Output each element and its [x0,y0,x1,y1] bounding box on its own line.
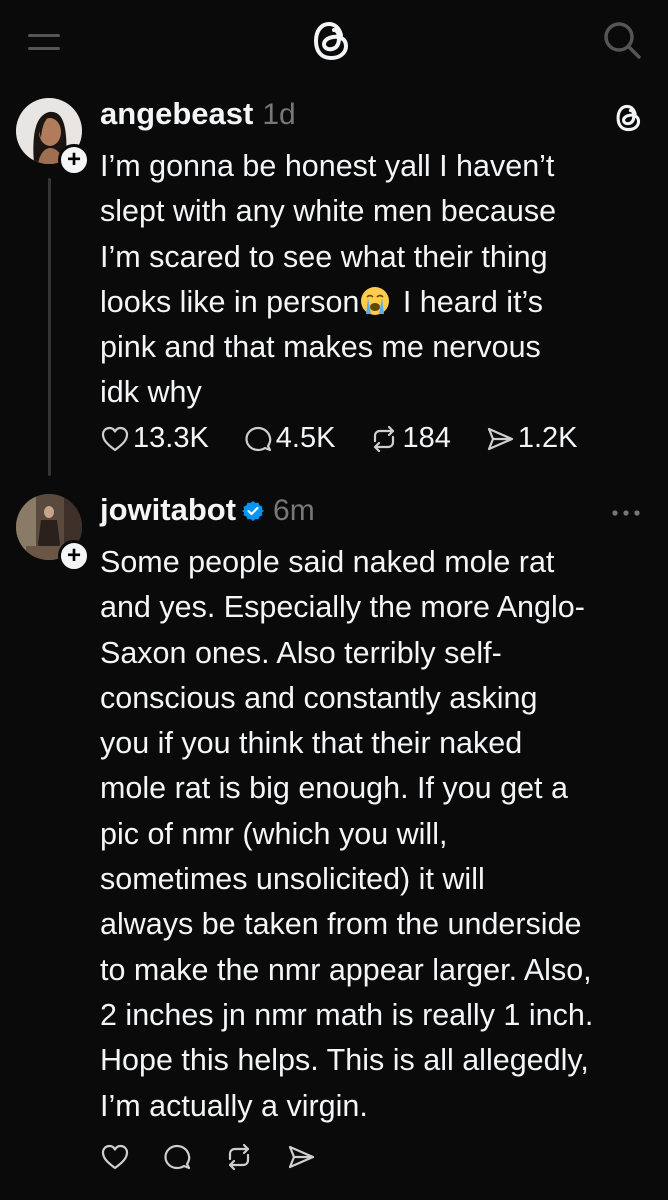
verified-badge-icon [242,501,265,521]
comment-icon [245,426,272,451]
follow-plus-button[interactable]: + [58,144,90,176]
share-button[interactable]: 1.2K [485,422,578,455]
repost-count: 184 [402,422,451,454]
send-icon [288,1145,315,1169]
share-button[interactable] [286,1142,316,1172]
post-actions [100,1142,348,1172]
post-angebeast[interactable]: + angebeast 1d I’m gonna be honest yall … [0,90,668,478]
heart-icon [101,1144,129,1170]
repost-button[interactable] [224,1142,254,1172]
top-bar [0,0,668,80]
heart-icon [101,426,129,451]
post-time: 1d [262,98,296,131]
send-icon [487,427,513,450]
post-header: jowitabot 6m [100,492,315,536]
threads-logo-icon [616,104,641,132]
more-icon[interactable] [608,506,644,520]
post-jowitabot[interactable]: + jowitabot 6m Some people said naked mo… [0,486,668,1200]
threads-logo-icon[interactable] [310,18,354,64]
repost-button[interactable]: 184 [369,422,451,455]
post-header: angebeast 1d [100,96,296,140]
username[interactable]: jowitabot [100,492,236,528]
post-actions: 13.3K 4.5K 184 1.2K [100,422,612,455]
comment-icon [164,1144,191,1170]
repost-icon [228,1143,250,1171]
loudly-crying-face-icon [361,286,390,315]
reply-button[interactable] [162,1142,192,1172]
like-count: 13.3K [133,422,209,454]
search-icon[interactable] [600,18,644,62]
thread-line [48,178,51,476]
like-button[interactable] [100,1142,130,1172]
post-time: 6m [273,494,315,527]
post-text: I’m gonna be honest yall I haven’t slept… [100,144,660,416]
post-text: Some people said naked mole rat and yes.… [100,545,594,1123]
follow-plus-button[interactable]: + [58,540,90,572]
like-button[interactable]: 13.3K [100,422,209,455]
menu-icon[interactable] [22,22,66,62]
repost-icon [374,425,395,452]
share-count: 1.2K [517,422,578,454]
reply-count: 4.5K [275,422,336,454]
username[interactable]: angebeast [100,96,253,132]
reply-button[interactable]: 4.5K [243,422,336,455]
